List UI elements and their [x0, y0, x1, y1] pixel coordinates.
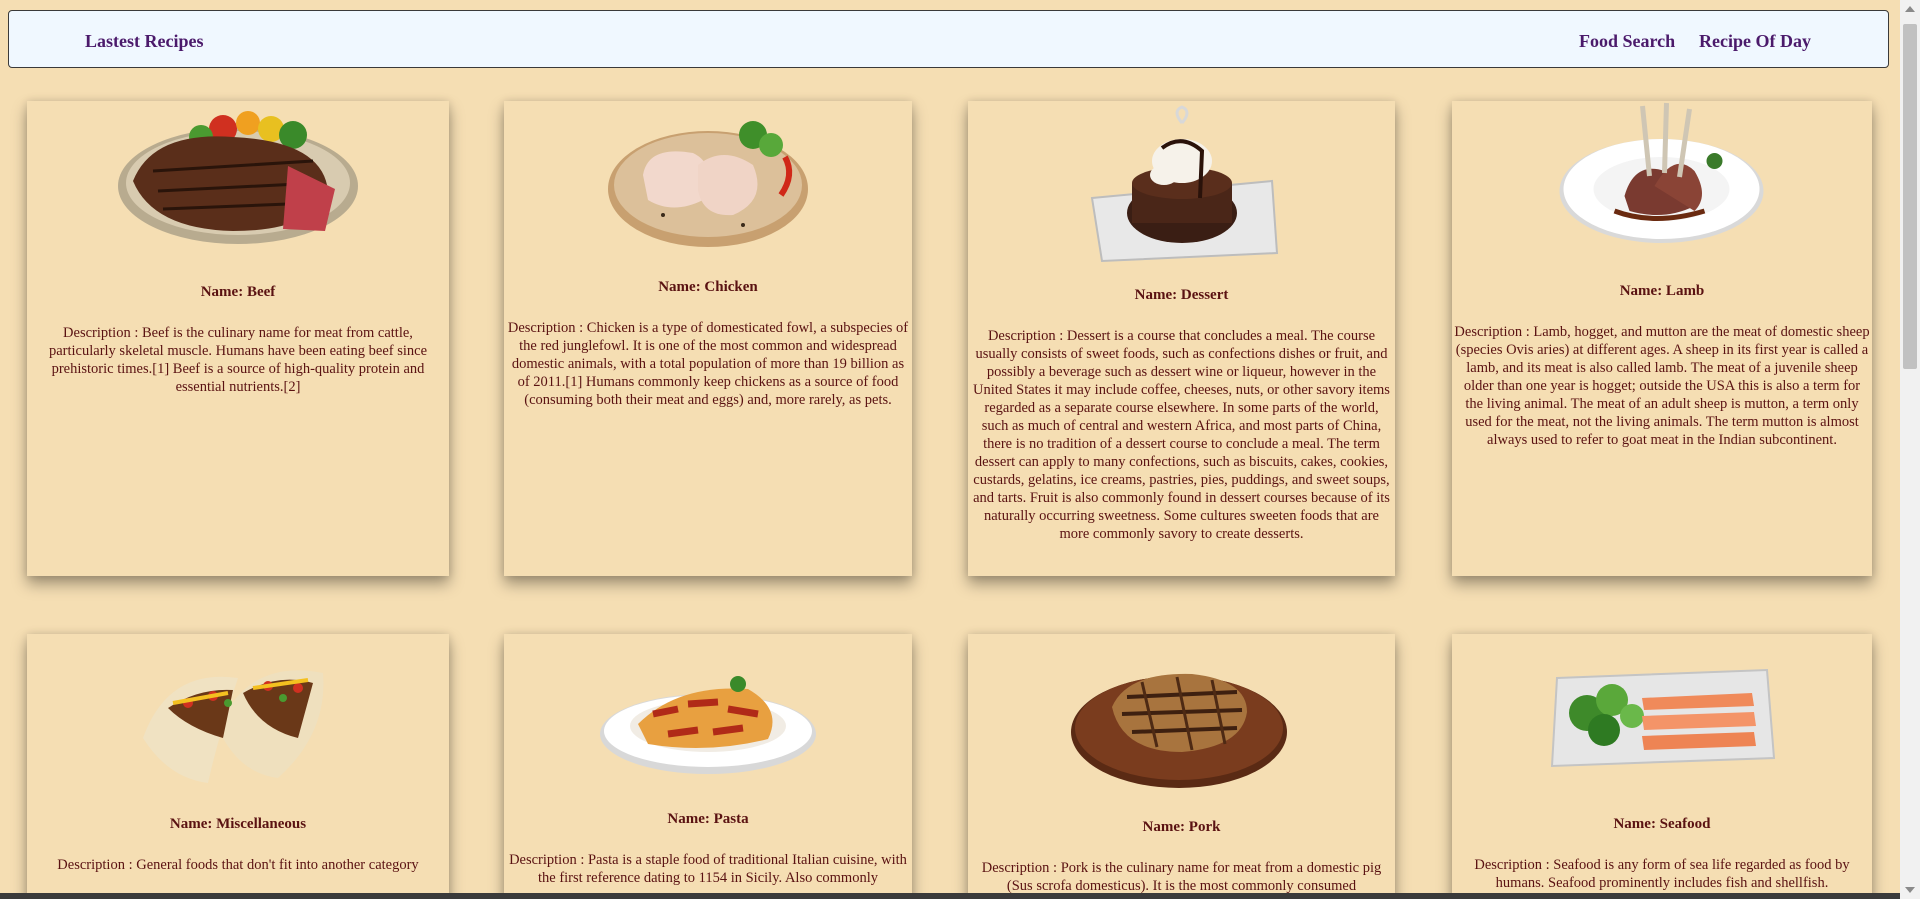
bottom-edge-bar	[0, 893, 1900, 899]
card-name: Name: Lamb	[1619, 283, 1705, 299]
salmon-platter-image	[1550, 668, 1776, 768]
card-name: Name: Pork	[1142, 819, 1221, 835]
nav-brand-latest-recipes[interactable]: Lastest Recipes	[85, 31, 203, 52]
penne-pasta-image	[600, 676, 816, 774]
card-description: Description : General foods that don't f…	[57, 857, 419, 873]
chocolate-dessert-image	[1090, 105, 1278, 263]
card-description: Description : Lamb, hogget, and mutton a…	[1454, 324, 1870, 448]
card-description: Description : Pork is the culinary name …	[981, 860, 1382, 894]
card-name: Name: Seafood	[1613, 816, 1711, 832]
card-description: Description : Chicken is a type of domes…	[507, 320, 909, 408]
grilled-pork-chop-image	[1070, 673, 1287, 788]
tacos-image	[143, 670, 324, 783]
lamb-chops-image	[1559, 102, 1764, 243]
card-description: Description : Seafood is any form of sea…	[1474, 857, 1850, 891]
card-name: Name: Beef	[200, 284, 276, 300]
card-name: Name: Pasta	[667, 811, 749, 827]
card-description: Description : Pasta is a staple food of …	[509, 852, 907, 886]
recipe-card-miscellaneous[interactable]: Name: Miscellaneous Description : Genera…	[27, 634, 449, 899]
scroll-down-arrow-icon[interactable]	[1905, 887, 1915, 893]
card-name: Name: Miscellaneous	[169, 816, 307, 832]
raw-chicken-legs-image	[608, 121, 808, 247]
nav-link-recipe-of-day[interactable]: Recipe Of Day	[1699, 31, 1811, 52]
recipe-card-seafood[interactable]: Name: Seafood Description : Seafood is a…	[1452, 634, 1872, 899]
nav-link-food-search[interactable]: Food Search	[1579, 31, 1675, 52]
recipe-card-chicken[interactable]: Name: Chicken Description : Chicken is a…	[504, 101, 912, 576]
scroll-up-arrow-icon[interactable]	[1905, 6, 1915, 12]
navbar: Lastest Recipes Food Search Recipe Of Da…	[8, 10, 1889, 68]
recipe-card-dessert[interactable]: Name: Dessert Description : Dessert is a…	[968, 101, 1395, 576]
recipe-card-pasta[interactable]: Name: Pasta Description : Pasta is a sta…	[504, 634, 912, 899]
recipe-card-pork[interactable]: Name: Pork Description : Pork is the cul…	[968, 634, 1395, 899]
scrollbar-thumb[interactable]	[1903, 24, 1917, 369]
top-strip	[0, 0, 1900, 8]
recipe-card-lamb[interactable]: Name: Lamb Description : Lamb, hogget, a…	[1452, 101, 1872, 576]
page-scrollbar[interactable]	[1900, 0, 1920, 899]
grilled-beef-steak-image	[118, 111, 358, 244]
card-name: Name: Chicken	[658, 279, 758, 295]
recipe-card-beef[interactable]: Name: Beef Description : Beef is the cul…	[27, 101, 449, 576]
card-description: Description : Beef is the culinary name …	[48, 325, 428, 395]
card-name: Name: Dessert	[1134, 287, 1229, 303]
card-description: Description : Dessert is a course that c…	[973, 328, 1390, 542]
